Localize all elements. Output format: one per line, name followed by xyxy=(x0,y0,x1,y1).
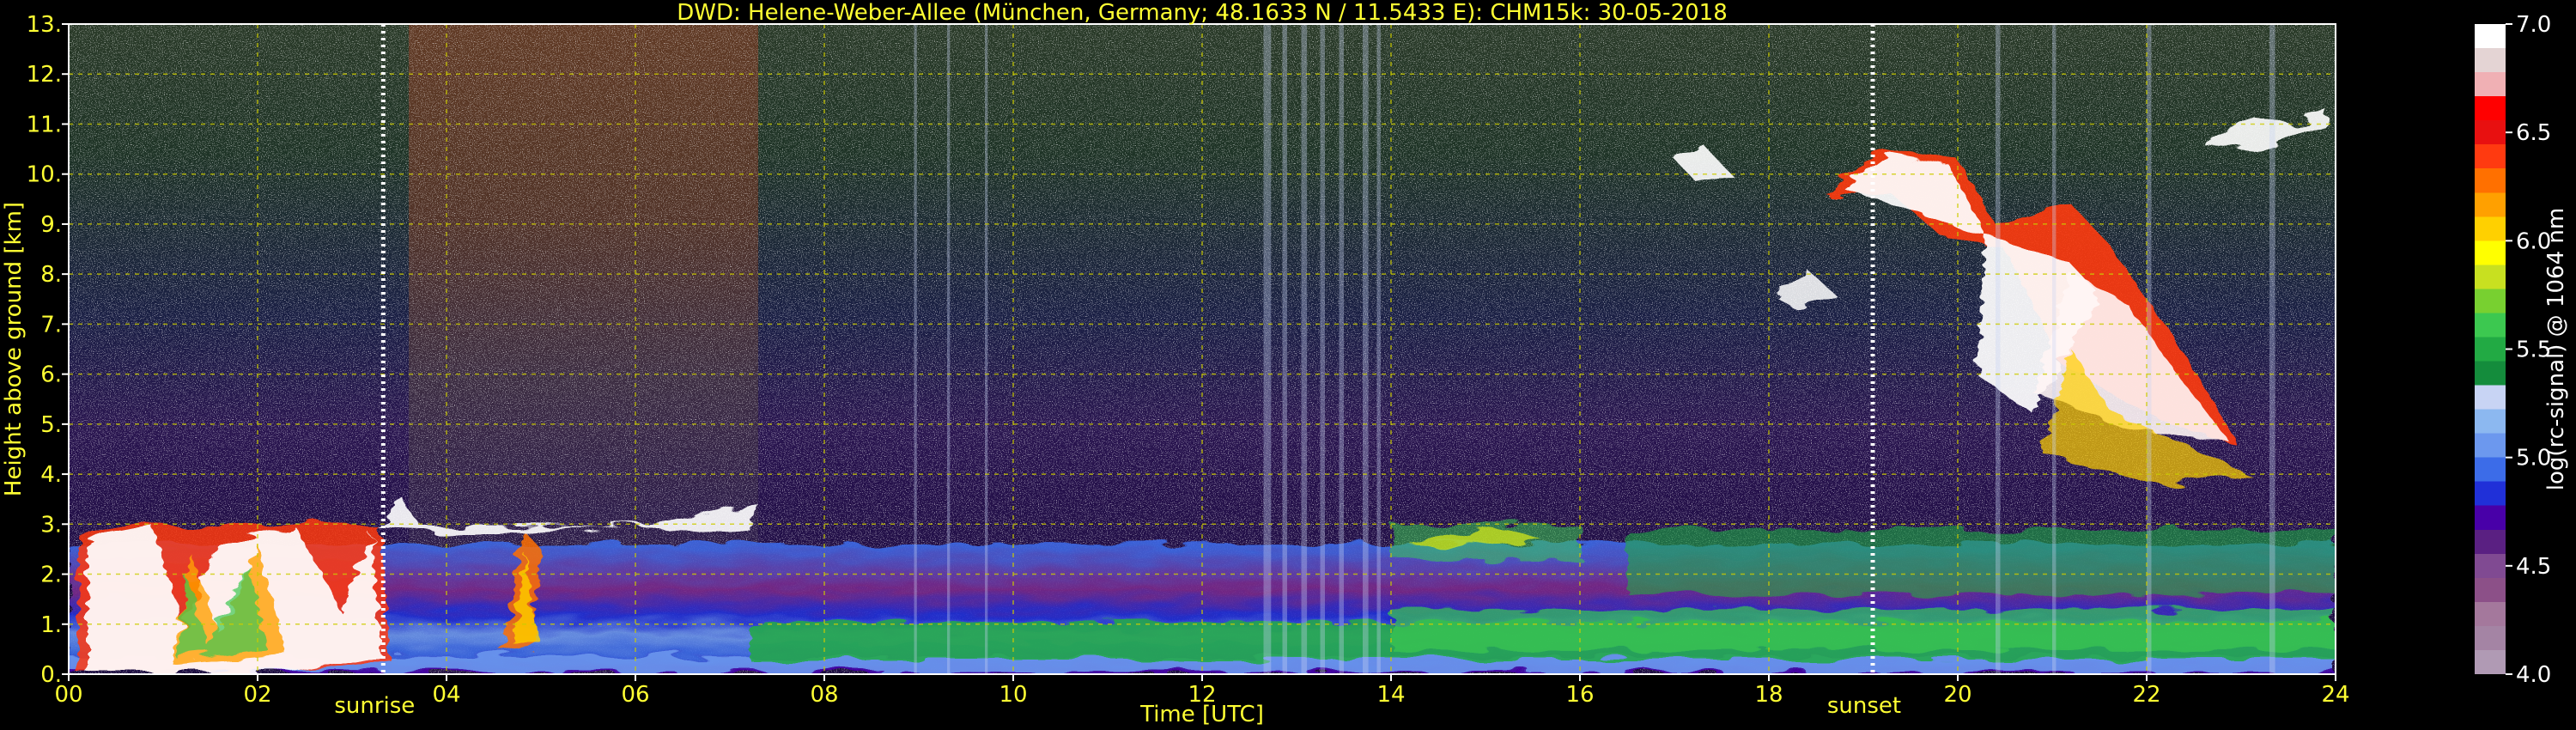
cloud-column xyxy=(2052,24,2057,674)
cloud-column xyxy=(2269,24,2275,674)
cloud-column xyxy=(985,24,988,674)
cloud-column xyxy=(1996,24,2001,674)
cloud-column xyxy=(1320,24,1325,674)
x-axis-label: Time [UTC] xyxy=(1139,702,1264,727)
x-tick-label: 04 xyxy=(432,682,460,708)
chart-title: DWD: Helene-Weber-Allee (München, German… xyxy=(677,0,1728,26)
residual-layer xyxy=(1627,529,2336,594)
chart-svg: 00 02 04 06 08 10 12 14 16 18 20 22 240.1.2.3.4.5.6.… xyxy=(1,0,2569,727)
y-tick-label: 6. xyxy=(40,362,62,388)
cloud-column xyxy=(914,24,917,674)
cloud-column xyxy=(1282,24,1287,674)
annotation-sunrise: sunrise xyxy=(334,693,415,719)
colorbar-gradient xyxy=(2475,24,2506,674)
y-tick-label: 13. xyxy=(27,12,62,38)
y-tick-label: 7. xyxy=(40,312,62,338)
cloud-column xyxy=(1301,24,1308,674)
x-tick-label: 08 xyxy=(810,682,838,708)
x-tick-label: 16 xyxy=(1565,682,1594,708)
cloud-column xyxy=(1263,24,1272,674)
ceilometer-plot: 00 02 04 06 08 10 12 14 16 18 20 22 24 0. 1. 2. 3. 4. 5. 6.… xyxy=(0,0,2576,730)
x-tick-label: 14 xyxy=(1376,682,1405,708)
colorbar: 4.04.55.05.56.06.57.0 log(rc-signal) @ 1… xyxy=(2475,12,2569,688)
y-tick-label: 4. xyxy=(40,462,62,488)
cloud-column xyxy=(947,24,951,674)
x-tick-label: 18 xyxy=(1754,682,1783,708)
y-tick-label: 8. xyxy=(40,262,62,288)
y-tick-label: 0. xyxy=(40,662,62,688)
y-tick-label: 1. xyxy=(40,612,62,638)
y-tick-label: 5. xyxy=(40,412,62,438)
cloud-column xyxy=(1376,24,1381,674)
x-tick-label: 02 xyxy=(243,682,271,708)
y-tick-label: 12. xyxy=(27,62,62,88)
plot-area xyxy=(69,24,2336,674)
sun-annotations: sunrise sunset xyxy=(334,693,1901,719)
colorbar-tick-label: 4.0 xyxy=(2516,662,2551,688)
x-tick-label: 24 xyxy=(2321,682,2349,708)
colorbar-tick-label: 7.0 xyxy=(2516,12,2551,38)
colorbar-tick-label: 6.5 xyxy=(2516,120,2551,146)
colorbar-label: log(rc-signal) @ 1064 nm xyxy=(2543,208,2569,490)
evening-layer xyxy=(1391,609,2336,649)
y-tick-label: 9. xyxy=(40,212,62,238)
x-tick-label: 22 xyxy=(2132,682,2160,708)
y-tick-label: 3. xyxy=(40,512,62,538)
cloud-column xyxy=(2147,24,2152,674)
y-tick-label: 11. xyxy=(27,112,62,137)
cloud-column xyxy=(1339,24,1344,674)
x-tick-label: 20 xyxy=(1943,682,1971,708)
cloud-column xyxy=(1363,24,1369,674)
y-tick-label: 2. xyxy=(40,563,62,588)
x-tick-label: 06 xyxy=(621,682,649,708)
y-tick-label: 10. xyxy=(27,162,62,188)
annotation-sunset: sunset xyxy=(1827,693,1901,719)
x-tick-label: 10 xyxy=(999,682,1027,708)
y-axis-label: Height above ground [km] xyxy=(1,202,27,496)
colorbar-tick-label: 4.5 xyxy=(2516,554,2551,580)
